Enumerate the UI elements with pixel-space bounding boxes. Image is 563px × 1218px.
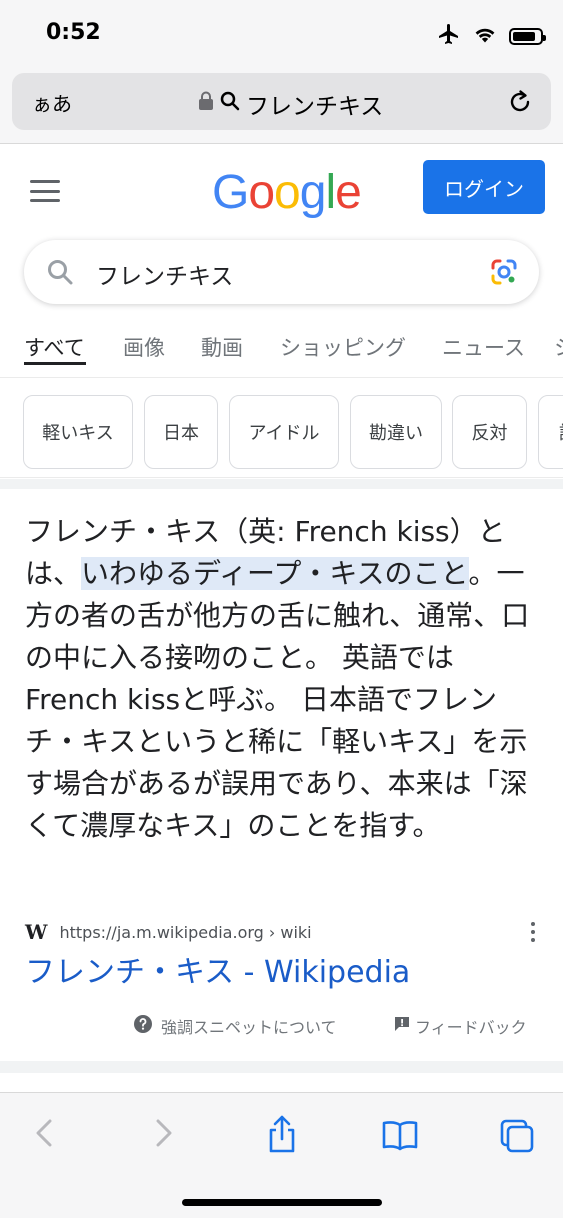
address-bar[interactable]: ぁあ フレンチキス <box>12 73 551 130</box>
chip-misunderstanding[interactable]: 勘違い <box>350 395 442 469</box>
menu-icon[interactable] <box>30 180 60 202</box>
logo-letter: e <box>335 166 362 219</box>
snippet-text: フレンチ・キス（英: French kiss）とは、いわゆるディープ・キスのこと… <box>25 511 537 847</box>
page: 0:52 ぁあ フレンチキス Google ログイン フレンチキス すべて 画像… <box>0 0 563 1218</box>
search-icon[interactable] <box>46 258 74 290</box>
tab-shopping[interactable]: ショッピング <box>280 332 406 362</box>
section-divider <box>0 1061 563 1073</box>
status-icons <box>437 22 546 50</box>
home-indicator <box>182 1199 382 1206</box>
tab-all[interactable]: すべて <box>24 332 85 362</box>
logo-letter: o <box>248 166 275 219</box>
logo-letter: o <box>274 166 301 219</box>
refinement-chips: 軽いキス 日本 アイドル 勘違い 反対 誤 <box>0 378 563 478</box>
section-divider <box>0 479 563 489</box>
browser-toolbar <box>0 1092 563 1218</box>
forward-icon[interactable] <box>150 1113 178 1157</box>
login-button[interactable]: ログイン <box>423 160 545 214</box>
address-query: フレンチキス <box>246 94 384 120</box>
result-title-link[interactable]: フレンチ・キス - Wikipedia <box>25 947 410 991</box>
address-text[interactable]: フレンチキス <box>198 87 383 121</box>
wifi-icon <box>473 24 497 48</box>
help-icon <box>133 1014 153 1038</box>
tabs-icon[interactable] <box>498 1113 536 1159</box>
chip-idol[interactable]: アイドル <box>229 395 339 469</box>
search-input[interactable]: フレンチキス <box>96 257 233 291</box>
bookmarks-icon[interactable] <box>380 1113 420 1159</box>
google-lens-icon[interactable] <box>489 257 519 291</box>
about-snippets-link[interactable]: 強調スニペットについて <box>133 1014 337 1038</box>
chip-more[interactable]: 誤 <box>538 395 563 469</box>
battery-icon <box>509 27 546 45</box>
search-icon <box>220 91 240 117</box>
chip-japan[interactable]: 日本 <box>144 395 218 469</box>
about-snippets-label: 強調スニペットについて <box>161 1018 337 1037</box>
back-icon[interactable] <box>30 1113 58 1157</box>
feedback-label: フィードバック <box>415 1018 527 1037</box>
tab-videos[interactable]: 動画 <box>201 332 243 362</box>
reload-icon[interactable] <box>507 87 533 119</box>
wikipedia-favicon: W <box>25 920 48 944</box>
logo-letter: G <box>212 166 249 219</box>
address-area: ぁあ フレンチキス <box>0 66 563 144</box>
snippet-text-after: 。一方の者の舌が他方の舌に触れ、通常、口の中に入る接吻のこと。 英語ではFren… <box>25 557 530 842</box>
snippet-highlight: いわゆるディープ・キスのこと <box>81 557 469 590</box>
status-bar: 0:52 <box>0 0 563 66</box>
airplane-icon <box>437 22 461 50</box>
source-row[interactable]: W https://ja.m.wikipedia.org › wiki <box>25 920 312 944</box>
page-settings-button[interactable]: ぁあ <box>32 88 72 117</box>
tab-images[interactable]: 画像 <box>123 332 165 362</box>
status-time: 0:52 <box>46 20 101 45</box>
search-box[interactable]: フレンチキス <box>24 240 539 304</box>
more-options-icon[interactable] <box>531 922 535 942</box>
tab-news[interactable]: ニュース <box>442 332 525 362</box>
feedback-link[interactable]: フィードバック <box>393 1014 527 1038</box>
tab-active-indicator <box>24 362 86 365</box>
featured-snippet: フレンチ・キス（英: French kiss）とは、いわゆるディープ・キスのこと… <box>0 489 563 1061</box>
search-tabs: すべて 画像 動画 ショッピング ニュース シ <box>0 322 563 378</box>
chip-opposite[interactable]: 反対 <box>452 395 527 469</box>
google-header: Google ログイン <box>0 145 563 235</box>
chip-light-kiss[interactable]: 軽いキス <box>23 395 133 469</box>
lock-icon <box>198 91 214 117</box>
source-url: https://ja.m.wikipedia.org › wiki <box>59 922 312 942</box>
google-logo[interactable]: Google <box>212 165 362 220</box>
tab-more[interactable]: シ <box>554 332 563 362</box>
logo-letter: g <box>299 166 327 219</box>
logo-letter: l <box>325 166 336 219</box>
feedback-icon <box>393 1015 411 1037</box>
share-icon[interactable] <box>264 1113 300 1159</box>
